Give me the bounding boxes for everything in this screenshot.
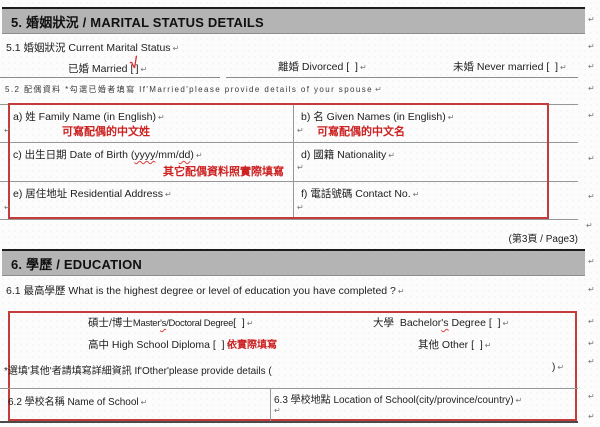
check-mark-icon: √ [129,55,140,73]
checkbox-high-school[interactable]: 高中 High School Diploma [ ]↵ [88,337,233,352]
nationality-field[interactable] [298,160,543,178]
high-school-label: 高中 High School Diploma [88,339,210,351]
pilcrow-icon: ↵ [588,112,595,120]
school-name-field[interactable] [8,405,266,419]
residential-address-field[interactable] [10,198,290,216]
table-border-line [0,388,578,389]
section6-header-bar: 6. 學歷 / EDUCATION [2,249,585,276]
q52-label: 5.2 配偶資料 *勾選已婚者填寫 If'Married'please prov… [5,84,383,95]
school-location-field[interactable] [274,405,570,419]
checkbox-married[interactable]: 已婚 Married [√]↵ [68,59,147,76]
paren-close-text: ) [552,362,555,373]
pilcrow-icon: ↵ [375,85,383,94]
pilcrow-icon: ↵ [588,286,595,294]
other-details-blank[interactable] [255,360,550,375]
pilcrow-icon: ↵ [586,222,593,230]
page-number: (第3頁 / Page3) [0,230,578,245]
q52-text: 5.2 配偶資料 *勾選已婚者填寫 If'Married'please prov… [5,85,373,94]
pilcrow-icon: ↵ [588,85,595,93]
checkbox-master-doctoral[interactable]: 碩士/博士Master's/Doctoral Degree[ ]↵ [88,315,254,330]
section6-title: 6. 學歷 / EDUCATION [11,254,142,273]
given-names-field[interactable] [298,122,543,140]
q51-text: 5.1 婚姻狀況 Current Marital Status [6,42,171,54]
other-label: 其他 Other [418,339,468,351]
pilcrow-icon: ↵ [247,319,254,328]
fill-as-actual-annotation: 依實際填寫 [227,336,277,351]
spellcheck-underline: 's [441,317,448,329]
pilcrow-icon: ↵ [560,63,567,72]
other-details-note: *選填'其他'者請填寫詳細資訊 If'Other'please provide … [4,362,272,377]
q61-label: 6.1 最高學歷 What is the highest degree or l… [6,283,405,298]
checkbox-bachelor[interactable]: 大學 Bachelor's Degree [ ]↵ [373,315,509,330]
bachelor-post-text: Degree [449,317,486,329]
q51-label: 5.1 婚姻狀況 Current Marital Status↵ [6,40,179,55]
pilcrow-icon: ↵ [588,358,595,366]
section5-title: 5. 婚姻狀況 / MARITAL STATUS DETAILS [11,12,264,31]
pilcrow-icon: ↵ [588,393,595,401]
pilcrow-icon: ↵ [588,258,595,266]
pilcrow-icon: ↵ [398,287,405,296]
checkbox-never-married[interactable]: 未婚 Never married [ ]↵ [453,59,567,74]
other-details-close-paren: )↵ [552,362,564,373]
master-zh-label: 碩士/博士 [88,317,133,329]
pilcrow-icon: ↵ [588,193,595,201]
empty-checkbox: [ ] [471,339,483,351]
empty-checkbox: [ ] [213,339,225,351]
pilcrow-icon: ↵ [588,155,595,163]
bachelor-en-label: Bachelor's Degree [400,317,486,329]
pilcrow-icon: ↵ [448,113,455,122]
spouse-center-annotation: 其它配偶資料照實際填寫 [163,163,284,179]
pilcrow-icon: ↵ [588,43,595,51]
marital-row-divider [0,77,220,78]
table-bottom-line [0,421,578,423]
divorced-label: 離婚 Divorced [278,61,343,73]
q63-label: 6.3 學校地點 Location of School(city/provinc… [274,391,522,406]
pilcrow-icon: ↵ [141,65,148,74]
contact-no-field[interactable] [298,198,543,216]
empty-checkbox: [ ] [346,61,358,73]
pilcrow-icon: ↵ [588,340,595,348]
pilcrow-icon: ↵ [485,341,492,350]
empty-checkbox: [ ] [546,61,558,73]
pilcrow-icon: ↵ [516,396,523,405]
q61-text: 6.1 最高學歷 What is the highest degree or l… [6,285,396,297]
checkbox-other[interactable]: 其他 Other [ ]↵ [418,337,491,352]
pilcrow-icon: ↵ [557,363,564,372]
bachelor-pre-text: Bachelor [400,317,441,329]
table-border-line [0,219,578,220]
pilcrow-icon: ↵ [588,63,595,71]
pilcrow-icon: ↵ [588,318,595,326]
bachelor-zh-label: 大學 [373,317,394,329]
pilcrow-icon: ↵ [588,16,595,24]
pilcrow-icon: ↵ [158,113,165,122]
pilcrow-icon: ↵ [588,413,595,421]
table-column-divider [270,388,271,421]
empty-checkbox: [ ] [233,317,245,329]
married-label: 已婚 Married [68,63,128,75]
marital-row-divider [226,77,578,78]
form-page: 5. 婚姻狀況 / MARITAL STATUS DETAILS ↵ 5.1 婚… [0,0,600,427]
never-married-label: 未婚 Never married [453,61,543,73]
pilcrow-icon: ↵ [388,151,395,160]
checkbox-divorced[interactable]: 離婚 Divorced [ ]↵ [278,59,367,74]
master-en-label: Master's/Doctoral Degree [133,318,233,329]
pilcrow-icon: ↵ [173,44,180,53]
master-pre-text: Master [133,318,160,329]
master-post-text: /Doctoral Degree [166,318,233,329]
pilcrow-icon: ↵ [196,151,203,160]
pilcrow-icon: ↵ [360,63,367,72]
pilcrow-icon: ↵ [503,319,510,328]
family-name-field[interactable] [10,122,290,140]
empty-checkbox: [ ] [489,317,501,329]
section5-header-bar: 5. 婚姻狀況 / MARITAL STATUS DETAILS [2,7,585,34]
